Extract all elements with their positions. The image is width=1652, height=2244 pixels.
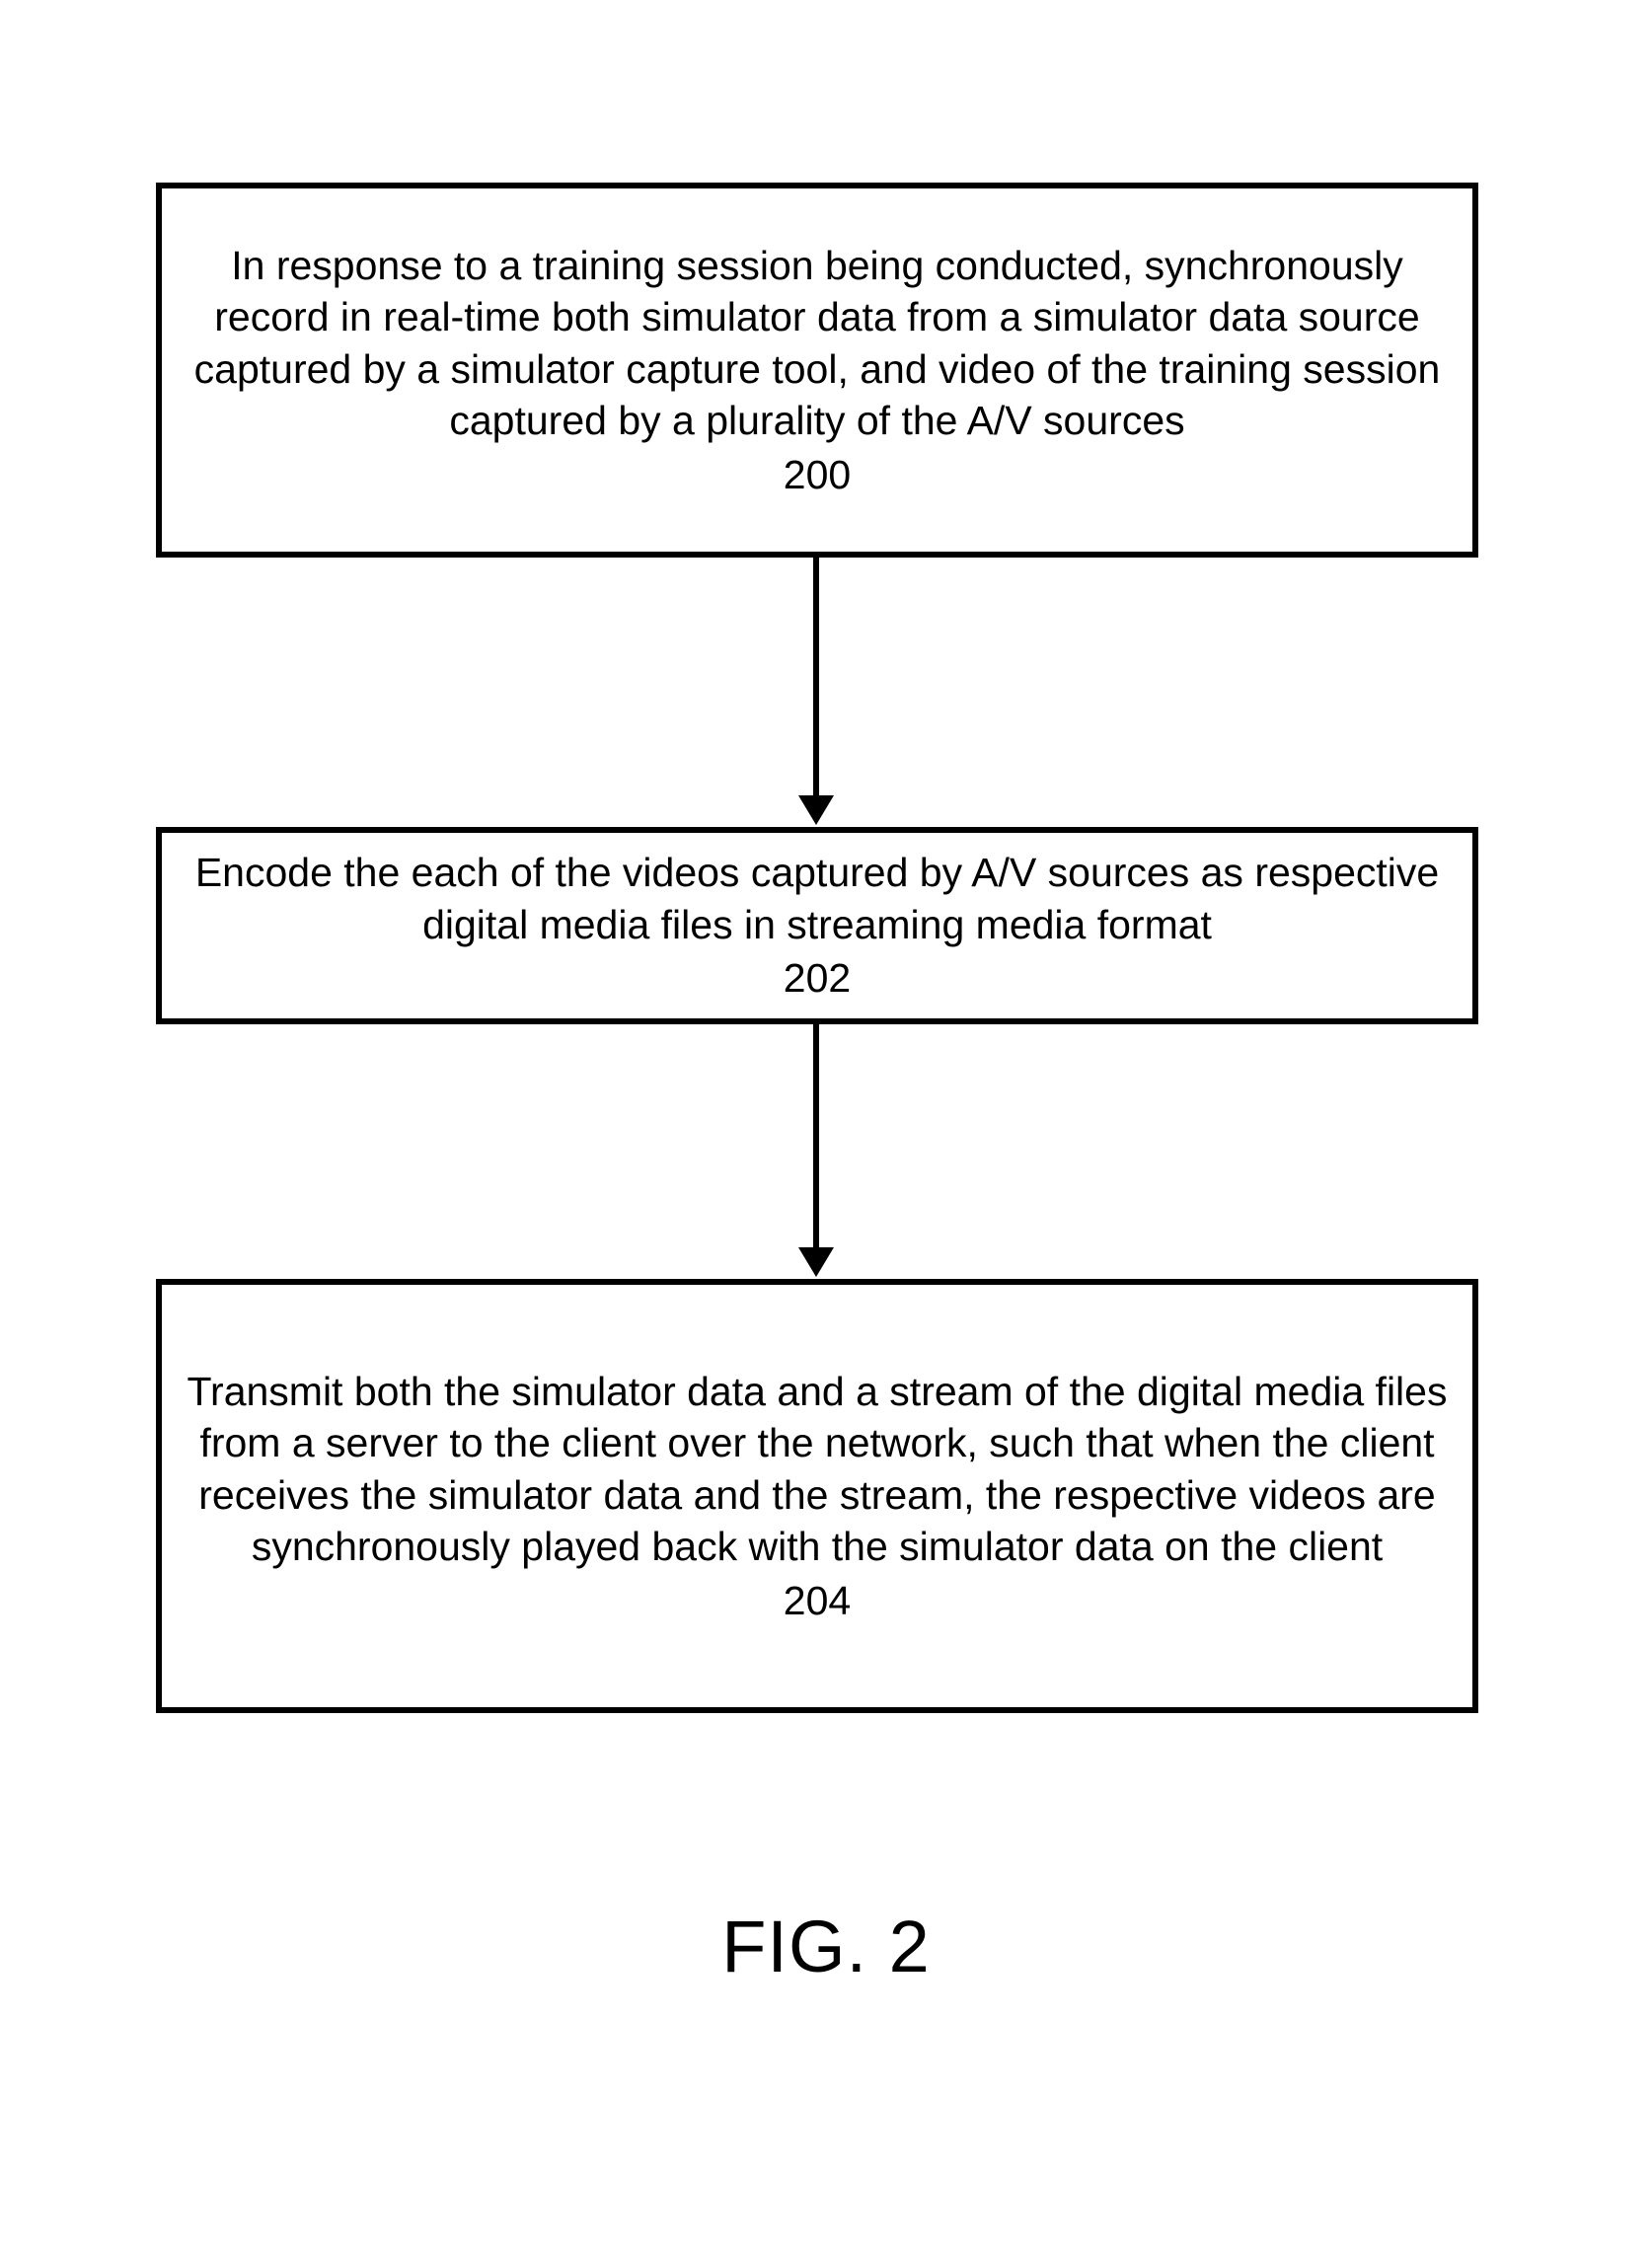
step-204-ref: 204 (784, 1575, 851, 1626)
step-202-ref: 202 (784, 952, 851, 1004)
step-200-text: In response to a training session being … (182, 240, 1453, 447)
arrow-200-to-202-shaft (813, 558, 819, 799)
step-202-text: Encode the each of the videos captured b… (182, 847, 1453, 950)
figure-label: FIG. 2 (0, 1905, 1652, 1988)
flowchart-step-202: Encode the each of the videos captured b… (156, 827, 1478, 1024)
arrow-202-to-204-head (798, 1247, 834, 1277)
arrow-200-to-202-head (798, 795, 834, 825)
step-204-text: Transmit both the simulator data and a s… (182, 1366, 1453, 1573)
flowchart-canvas: In response to a training session being … (0, 0, 1652, 2244)
flowchart-step-204: Transmit both the simulator data and a s… (156, 1279, 1478, 1713)
step-200-ref: 200 (784, 449, 851, 500)
flowchart-step-200: In response to a training session being … (156, 183, 1478, 558)
arrow-202-to-204-shaft (813, 1024, 819, 1251)
